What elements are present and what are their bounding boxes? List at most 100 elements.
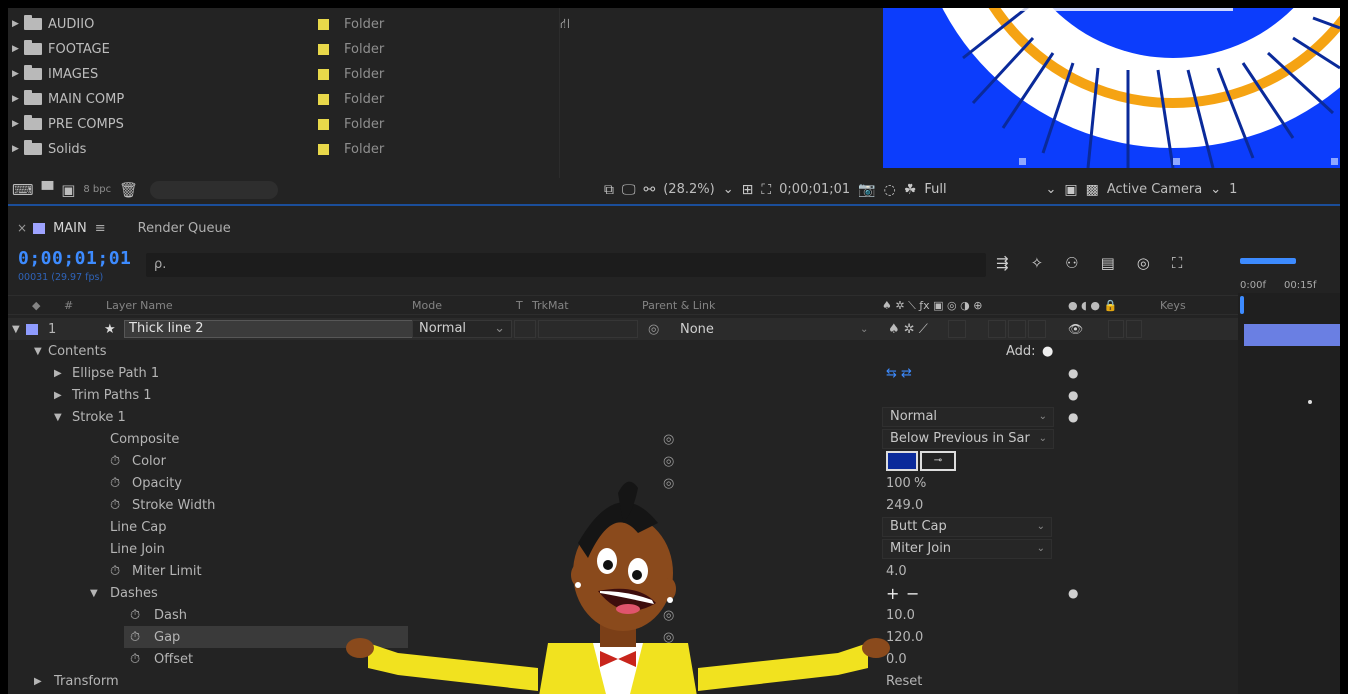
chevron-down-icon[interactable]: ⌄ <box>1210 182 1221 197</box>
switches-icons[interactable]: ♠ ✲ ⟍ ƒx ▣ ◎ ◑ ⊕ <box>882 299 982 313</box>
collapse-arrow-icon[interactable]: ▼ <box>34 346 42 357</box>
expand-arrow-icon[interactable]: ▶ <box>54 368 62 379</box>
vr-goggles-icon[interactable]: ⚯ <box>644 182 656 198</box>
collapse-arrow-icon[interactable]: ▼ <box>54 412 62 423</box>
pick-whip-icon[interactable]: ◎ <box>663 432 674 447</box>
panel-menu-icon[interactable]: ≡ <box>95 221 106 236</box>
stopwatch-icon[interactable]: ⏱ <box>110 454 120 469</box>
composite-select[interactable]: Below Previous in Sar ⌄ <box>882 429 1054 449</box>
switch-box[interactable] <box>1028 320 1046 338</box>
tab-render-queue[interactable]: Render Queue <box>138 221 231 236</box>
visibility-eye-icon[interactable]: ● <box>1068 410 1078 424</box>
label-color-swatch[interactable] <box>318 93 329 105</box>
switch-box[interactable] <box>988 320 1006 338</box>
property-composite[interactable]: Composite ◎ Below Previous in Sar ⌄ <box>8 428 1238 450</box>
camera-select[interactable]: Active Camera <box>1107 182 1202 197</box>
timeline-search-input[interactable]: ρ. <box>146 253 986 277</box>
layer-name-field[interactable]: Thick line 2 <box>124 320 414 338</box>
close-icon[interactable]: × <box>17 221 27 235</box>
stopwatch-icon[interactable]: ⏱ <box>110 498 120 513</box>
column-trkmat[interactable]: TrkMat <box>532 299 569 312</box>
column-keys[interactable]: Keys <box>1160 299 1186 312</box>
view-layout[interactable]: 1 <box>1229 182 1237 197</box>
pick-whip-icon[interactable]: ◎ <box>648 322 659 337</box>
project-search-slider[interactable] <box>150 180 279 199</box>
chevron-down-icon[interactable]: ⌄ <box>723 182 734 197</box>
stopwatch-icon[interactable]: ⏱ <box>110 476 120 491</box>
stroke-blend-mode-select[interactable]: Normal ⌄ <box>882 407 1054 427</box>
label-color-swatch[interactable] <box>318 143 329 155</box>
property-ellipse-path[interactable]: ▶ Ellipse Path 1 ⇆ ⇄ ● <box>8 362 1238 384</box>
column-mode[interactable]: Mode <box>412 299 442 312</box>
preserve-transparency-box[interactable] <box>514 320 536 338</box>
switch-box[interactable] <box>1126 320 1142 338</box>
current-time-indicator[interactable] <box>1240 296 1244 314</box>
column-layer-name[interactable]: Layer Name <box>106 299 173 312</box>
switch-box[interactable] <box>1108 320 1124 338</box>
project-item-images[interactable]: ▶ IMAGES Folder <box>8 62 586 86</box>
stopwatch-icon[interactable]: ⏱ <box>130 652 140 667</box>
path-direction-icon[interactable]: ⇆ ⇄ <box>886 366 912 381</box>
switch-box[interactable] <box>1008 320 1026 338</box>
panel-separator[interactable] <box>8 204 1340 206</box>
project-item-solids[interactable]: ▶ Solids Folder <box>8 137 586 161</box>
comp-canvas[interactable] <box>883 8 1340 168</box>
keyframe-marker[interactable] <box>1308 400 1312 404</box>
region-of-interest-icon[interactable]: ⛶ <box>761 182 771 198</box>
time-ruler[interactable]: 0:00f 00:15f <box>1238 248 1340 293</box>
line-join-select[interactable]: Miter Join ⌄ <box>882 539 1052 559</box>
chevron-down-icon[interactable]: ⌄ <box>860 324 868 335</box>
resolution-select[interactable]: Full ⌄ <box>924 182 1056 197</box>
add-button[interactable]: ● <box>1042 344 1053 359</box>
collapse-arrow-icon[interactable]: ▼ <box>90 588 98 599</box>
layer-row[interactable]: ▼ 1 ★ Thick line 2 Normal ⌄ ◎ None ⌄ ♠ ✲… <box>8 318 1238 340</box>
column-parent[interactable]: Parent & Link <box>642 299 715 312</box>
channel-icon[interactable]: ☘ <box>904 182 917 198</box>
remove-dash-button[interactable]: − <box>906 584 919 603</box>
current-time-display[interactable]: 0;00;01;01 <box>18 248 131 269</box>
motion-blur-icon[interactable]: ◎ <box>1137 254 1150 272</box>
always-preview-icon[interactable]: ⧉ <box>604 182 614 198</box>
label-color-swatch[interactable] <box>318 68 329 80</box>
stopwatch-icon[interactable]: ⏱ <box>130 608 140 623</box>
parent-select[interactable]: None <box>680 322 714 337</box>
zoom-select[interactable]: (28.2%) <box>663 182 714 197</box>
column-t[interactable]: T <box>516 299 523 312</box>
expand-arrow-icon[interactable]: ▶ <box>12 69 22 79</box>
interpret-footage-icon[interactable]: ⌨ <box>12 181 34 199</box>
timeline-graph[interactable]: 0:00f 00:15f <box>1238 248 1340 694</box>
layer-mode-select[interactable]: Normal ⌄ <box>412 320 512 338</box>
project-item-main-comp[interactable]: ▶ MAIN COMP Folder <box>8 87 586 111</box>
fast-preview-icon[interactable]: ▣ <box>1064 182 1077 198</box>
label-color-swatch[interactable] <box>318 118 329 130</box>
switch-box[interactable] <box>948 320 966 338</box>
project-item-audio[interactable]: ▶ AUDIIO Folder <box>8 12 586 36</box>
visibility-eye-icon[interactable]: 👁 <box>1068 322 1083 336</box>
comp-flowchart-icon[interactable]: ⇶ <box>996 254 1009 272</box>
property-contents[interactable]: ▼ Contents Add: ● <box>8 340 1238 362</box>
property-stroke[interactable]: ▼ Stroke 1 Normal ⌄ ● <box>8 406 1238 428</box>
frame-blending-icon[interactable]: ▤ <box>1101 254 1115 272</box>
layer-label-color[interactable] <box>26 323 38 335</box>
column-number[interactable]: # <box>64 299 73 312</box>
av-features-icons[interactable]: ● ◖ ● 🔒 <box>1068 299 1117 312</box>
visibility-eye-icon[interactable]: ● <box>1068 388 1078 402</box>
expand-arrow-icon[interactable]: ▶ <box>12 19 22 29</box>
trkmat-select[interactable] <box>538 320 638 338</box>
snapshot-icon[interactable]: 📷 <box>858 182 875 198</box>
project-item-pre-comps[interactable]: ▶ PRE COMPS Folder <box>8 112 586 136</box>
layer-duration-bar[interactable] <box>1244 324 1340 346</box>
visibility-eye-icon[interactable]: ● <box>1068 586 1078 600</box>
work-area-bar[interactable] <box>1240 258 1296 264</box>
show-snapshot-icon[interactable]: ◌ <box>884 182 896 198</box>
stopwatch-icon[interactable]: ⏱ <box>110 564 120 579</box>
project-item-footage[interactable]: ▶ FOOTAGE Folder <box>8 37 586 61</box>
expand-arrow-icon[interactable]: ▶ <box>12 94 22 104</box>
grid-icon[interactable]: ⊞ <box>742 182 754 198</box>
line-cap-select[interactable]: Butt Cap ⌄ <box>882 517 1052 537</box>
eyedropper-icon[interactable]: ⊸ <box>920 451 956 471</box>
expand-arrow-icon[interactable]: ▶ <box>54 390 62 401</box>
shy-icon[interactable]: ⚇ <box>1065 254 1078 272</box>
new-folder-icon[interactable]: ▀ <box>42 181 54 199</box>
graph-editor-icon[interactable]: ⛶ <box>1172 254 1183 272</box>
